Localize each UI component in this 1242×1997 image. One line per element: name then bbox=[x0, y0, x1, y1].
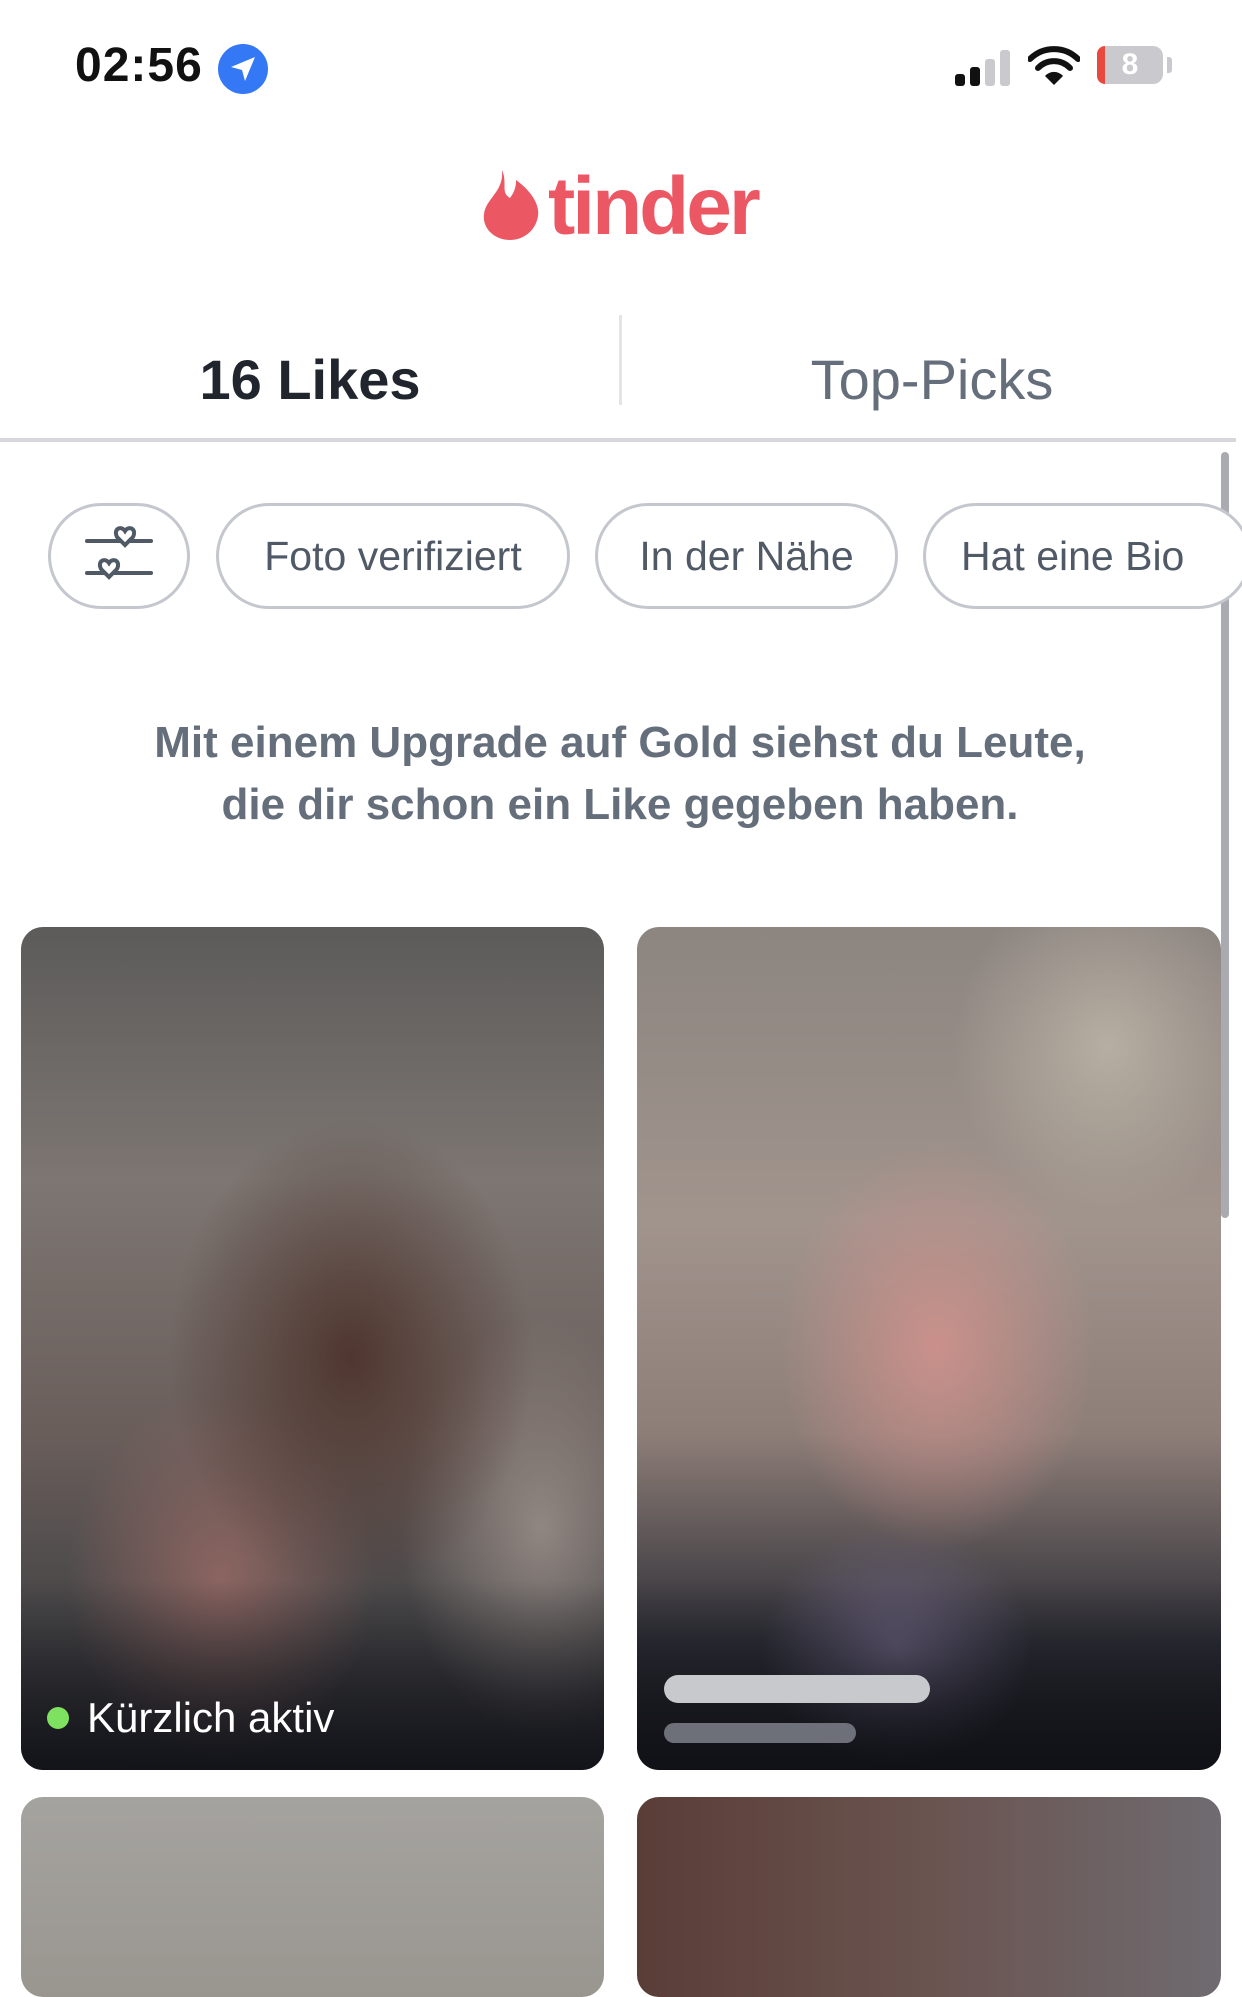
battery-level-text: 8 bbox=[1121, 48, 1139, 81]
active-status-label: Kürzlich aktiv bbox=[87, 1694, 335, 1741]
like-card[interactable]: Kürzlich aktiv bbox=[21, 927, 604, 1770]
like-card[interactable] bbox=[637, 927, 1221, 1770]
filter-hearts-icon bbox=[85, 526, 153, 580]
battery-cap bbox=[1167, 57, 1172, 73]
name-placeholder-bar bbox=[664, 1675, 930, 1703]
filter-chip-nearby[interactable]: In der Nähe bbox=[595, 503, 898, 609]
tinder-flame-icon bbox=[483, 170, 539, 240]
cellular-signal-icon bbox=[955, 50, 1010, 86]
tab-bar-underline bbox=[0, 438, 1236, 442]
active-status-dot bbox=[47, 1707, 69, 1729]
wifi-icon bbox=[1028, 46, 1080, 85]
upsell-line-1: Mit einem Upgrade auf Gold siehst du Leu… bbox=[154, 718, 1086, 767]
filter-settings-button[interactable] bbox=[48, 503, 190, 609]
info-placeholder-bar bbox=[664, 1723, 856, 1743]
filter-chips: Foto verifiziert In der Nähe Hat eine Bi… bbox=[0, 503, 1242, 613]
status-bar: 02:56 8 bbox=[0, 0, 1242, 130]
battery-icon: 8 bbox=[1097, 46, 1163, 84]
filter-chip-photo-verified[interactable]: Foto verifiziert bbox=[216, 503, 570, 609]
logo-text: tinder bbox=[548, 161, 761, 252]
like-card[interactable] bbox=[21, 1797, 604, 1997]
tab-likes[interactable]: 16 Likes bbox=[0, 315, 620, 443]
upsell-line-2: die dir schon ein Like gegeben haben. bbox=[221, 780, 1019, 829]
tab-divider bbox=[619, 315, 622, 405]
like-card[interactable] bbox=[637, 1797, 1221, 1997]
gold-upsell-text: Mit einem Upgrade auf Gold siehst du Leu… bbox=[60, 712, 1180, 836]
tab-top-picks[interactable]: Top-Picks bbox=[622, 315, 1242, 443]
filter-chip-has-bio[interactable]: Hat eine Bio bbox=[923, 503, 1242, 609]
status-time: 02:56 bbox=[75, 39, 203, 92]
location-arrow-icon bbox=[218, 44, 268, 94]
recently-active-status: Kürzlich aktiv bbox=[47, 1691, 334, 1745]
